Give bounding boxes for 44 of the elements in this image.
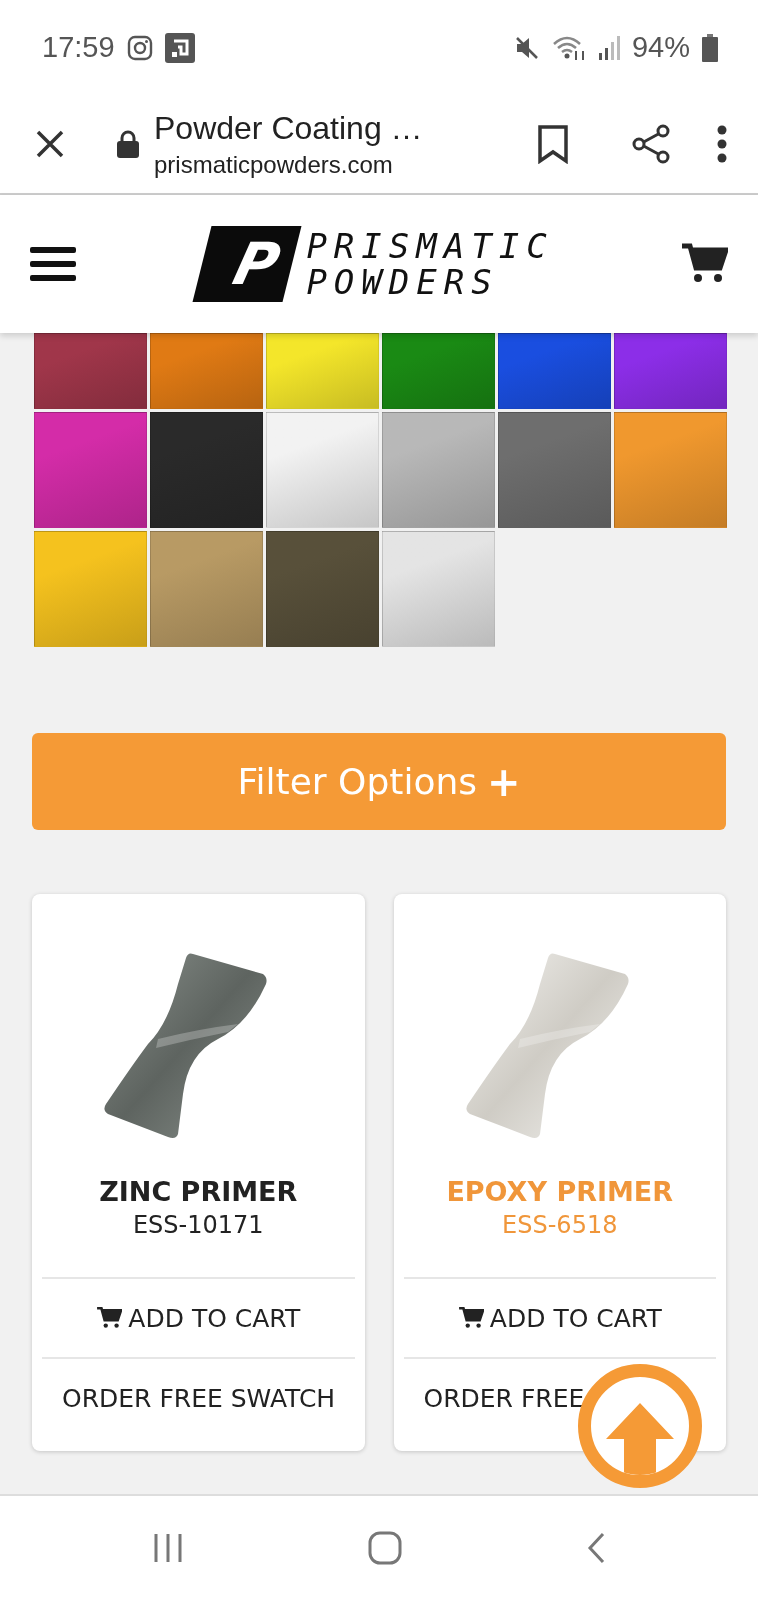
logo-mark: P: [192, 226, 302, 302]
color-swatch[interactable]: [34, 333, 147, 409]
battery-level: 94%: [631, 31, 690, 64]
app-icon: [164, 32, 195, 63]
wifi-icon: [551, 34, 586, 61]
logo-text: POWDERS: [306, 264, 500, 300]
battery-icon: [702, 33, 718, 62]
product-code: ESS-10171: [132, 1211, 264, 1239]
page-url: prismaticpowders.com: [154, 150, 394, 179]
color-swatch[interactable]: [614, 412, 727, 528]
color-swatch[interactable]: [266, 531, 379, 647]
product-name[interactable]: ZINC PRIMER: [99, 1176, 298, 1207]
mute-icon: [513, 34, 540, 61]
color-swatch[interactable]: [266, 333, 379, 409]
color-swatch[interactable]: [150, 531, 263, 647]
logo-text: PRISMATIC: [306, 228, 554, 264]
instagram-icon: [126, 34, 153, 61]
color-swatch[interactable]: [34, 531, 147, 647]
lock-icon: [116, 129, 140, 159]
more-menu-button[interactable]: [716, 124, 728, 164]
color-swatch[interactable]: [382, 412, 495, 528]
signal-icon: [597, 34, 620, 61]
color-swatch[interactable]: [150, 333, 263, 409]
home-button[interactable]: [367, 1530, 403, 1566]
share-button[interactable]: [630, 123, 672, 165]
color-swatch[interactable]: [382, 531, 495, 647]
menu-button[interactable]: [30, 245, 76, 283]
color-swatch[interactable]: [266, 412, 379, 528]
add-to-cart-button[interactable]: ADD TO CART: [42, 1277, 355, 1357]
bookmark-button[interactable]: [536, 124, 570, 164]
product-code: ESS-6518: [502, 1211, 618, 1239]
color-swatch[interactable]: [382, 333, 495, 409]
add-to-cart-button[interactable]: ADD TO CART: [403, 1277, 716, 1357]
order-swatch-button[interactable]: ORDER FREE SWATCH: [42, 1357, 355, 1437]
back-button[interactable]: [585, 1531, 607, 1565]
clock: 17:59: [42, 31, 115, 64]
color-swatch[interactable]: [498, 333, 611, 409]
color-swatch[interactable]: [150, 412, 263, 528]
color-swatch[interactable]: [34, 412, 147, 528]
color-swatch[interactable]: [498, 412, 611, 528]
page-title: Powder Coating …: [154, 109, 423, 147]
cart-icon: [96, 1305, 123, 1331]
cart-icon: [457, 1305, 484, 1331]
color-swatch[interactable]: [614, 333, 727, 409]
